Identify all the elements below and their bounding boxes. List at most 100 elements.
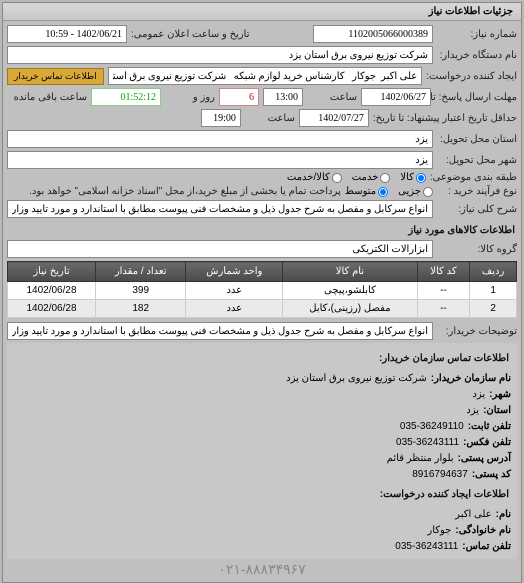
- fname-val: علی اکبر: [455, 507, 491, 523]
- dept-label: نام دستگاه خریدار:: [437, 50, 517, 61]
- min-valid-date-input[interactable]: [299, 109, 369, 127]
- city-val: یزد: [472, 387, 485, 403]
- req-no-input[interactable]: [313, 25, 433, 43]
- req-no-label: شماره نیاز:: [437, 29, 517, 40]
- contact-buyer-button[interactable]: اطلاعات تماس خریدار: [7, 68, 104, 85]
- fname-lbl: نام:: [496, 507, 511, 523]
- goods-section-title: اطلاعات کالاهای مورد نیاز: [7, 221, 517, 240]
- post-lbl: کد پستی:: [472, 467, 511, 483]
- contact-info-block: اطلاعات تماس سازمان خریدار: نام سازمان خ…: [7, 343, 517, 559]
- creator-input[interactable]: [108, 67, 423, 85]
- th-qty: تعداد / مقدار: [95, 262, 185, 282]
- contact-section-title: اطلاعات تماس سازمان خریدار:: [13, 347, 511, 371]
- th-date: تاریخ نیاز: [8, 262, 96, 282]
- days-label: روز و: [165, 92, 215, 103]
- row-dept: نام دستگاه خریدار:: [7, 46, 517, 64]
- radio-partial[interactable]: جزیی: [398, 186, 433, 197]
- row-process: نوع فرآیند خرید : جزیی متوسط پرداخت تمام…: [7, 186, 517, 197]
- radio-both-input[interactable]: [332, 173, 342, 183]
- remain-label: ساعت باقی مانده: [7, 92, 87, 103]
- cell-name: کابلشو،پیچی: [283, 282, 417, 300]
- org-name-lbl: نام سازمان خریدار:: [431, 371, 511, 387]
- radio-goods-input[interactable]: [416, 173, 426, 183]
- deliver-prov-input[interactable]: [7, 130, 433, 148]
- radio-both-label: کالا/خدمت: [287, 172, 330, 183]
- radio-service-label: خدمت: [352, 172, 379, 183]
- table-row[interactable]: 2 -- مفصل (رزینی)،کابل عدد 182 1402/06/2…: [8, 300, 517, 318]
- prov-lbl: استان:: [483, 403, 511, 419]
- remain-input: [91, 88, 161, 106]
- cphone-val: 035-36243111: [395, 539, 458, 555]
- cell-unit: عدد: [186, 300, 283, 318]
- days-input: [219, 88, 259, 106]
- cell-idx: 2: [470, 300, 517, 318]
- deadline-time-input[interactable]: [263, 88, 303, 106]
- radio-service-input[interactable]: [380, 173, 390, 183]
- goods-table: ردیف کد کالا نام کالا واحد شمارش تعداد /…: [7, 261, 517, 318]
- dept-input[interactable]: [7, 46, 433, 64]
- deadline-label: مهلت ارسال پاسخ: تا تاریخ:: [435, 92, 517, 103]
- row-buyer-note: توضیحات خریدار:: [7, 322, 517, 340]
- radio-both[interactable]: کالا/خدمت: [287, 172, 342, 183]
- cell-date: 1402/06/28: [8, 282, 96, 300]
- cell-qty: 182: [95, 300, 185, 318]
- subject-input[interactable]: [7, 200, 433, 218]
- radio-partial-input[interactable]: [423, 187, 433, 197]
- deliver-prov-label: استان محل تحویل:: [437, 134, 517, 145]
- radio-service[interactable]: خدمت: [352, 172, 391, 183]
- buyer-note-label: توضیحات خریدار:: [437, 326, 517, 337]
- deadline-date-input[interactable]: [361, 88, 431, 106]
- table-header-row: ردیف کد کالا نام کالا واحد شمارش تعداد /…: [8, 262, 517, 282]
- min-valid-time-input[interactable]: [201, 109, 241, 127]
- row-deliver-prov: استان محل تحویل:: [7, 130, 517, 148]
- radio-medium-input[interactable]: [378, 187, 388, 197]
- need-type-radios: کالا خدمت کالا/خدمت: [287, 172, 426, 183]
- group-label: گروه کالا:: [437, 244, 517, 255]
- phone-val: 035-36249110: [400, 419, 464, 435]
- group-input[interactable]: [7, 240, 433, 258]
- row-creator: ایجاد کننده درخواست: اطلاعات تماس خریدار: [7, 67, 517, 85]
- radio-goods-label: کالا: [400, 172, 414, 183]
- row-subject: شرح کلی نیاز:: [7, 200, 517, 218]
- deliver-city-input[interactable]: [7, 151, 433, 169]
- subject-label: شرح کلی نیاز:: [437, 204, 517, 215]
- time-label-1: ساعت: [307, 92, 357, 103]
- min-valid-label: حداقل تاریخ اعتبار پیشنهاد: تا تاریخ:: [373, 113, 517, 124]
- cell-idx: 1: [470, 282, 517, 300]
- org-name: شرکت توزیع نیروی برق استان یزد: [286, 371, 427, 387]
- footer-phone: ۰۲۱-۸۸۸۳۴۹۶۷: [7, 561, 517, 578]
- th-code: کد کالا: [417, 262, 470, 282]
- announce-input[interactable]: [7, 25, 127, 43]
- process-note: پرداخت تمام یا بخشی از مبلغ خرید،از محل …: [29, 186, 341, 197]
- cell-unit: عدد: [186, 282, 283, 300]
- row-need-type: طبقه بندی موضوعی: کالا خدمت کالا/خدمت: [7, 172, 517, 183]
- cphone-lbl: تلفن تماس:: [462, 539, 511, 555]
- cell-qty: 399: [95, 282, 185, 300]
- deliver-city-label: شهر محل تحویل:: [437, 155, 517, 166]
- table-row[interactable]: 1 -- کابلشو،پیچی عدد 399 1402/06/28: [8, 282, 517, 300]
- radio-partial-label: جزیی: [398, 186, 421, 197]
- buyer-note-input[interactable]: [7, 322, 433, 340]
- addr-val: بلوار منتظر قائم: [387, 451, 454, 467]
- lname-val: جوکار: [427, 523, 451, 539]
- phone-lbl: تلفن ثابت:: [468, 419, 511, 435]
- creator-section-title: اطلاعات ایجاد کننده درخواست:: [13, 483, 511, 507]
- th-name: نام کالا: [283, 262, 417, 282]
- row-req-no: شماره نیاز: تاریخ و ساعت اعلان عمومی:: [7, 25, 517, 43]
- city-lbl: شهر:: [489, 387, 511, 403]
- post-val: 8916794637: [412, 467, 468, 483]
- th-idx: ردیف: [470, 262, 517, 282]
- radio-medium-label: متوسط: [345, 186, 376, 197]
- time-label-2: ساعت: [245, 113, 295, 124]
- addr-lbl: آدرس پستی:: [458, 451, 511, 467]
- cell-date: 1402/06/28: [8, 300, 96, 318]
- need-type-label: طبقه بندی موضوعی:: [430, 172, 517, 183]
- radio-goods[interactable]: کالا: [400, 172, 426, 183]
- panel-title: جزئیات اطلاعات نیاز: [3, 3, 521, 21]
- radio-medium[interactable]: متوسط: [345, 186, 388, 197]
- panel-body: شماره نیاز: تاریخ و ساعت اعلان عمومی: نا…: [3, 21, 521, 582]
- row-min-valid: حداقل تاریخ اعتبار پیشنهاد: تا تاریخ: سا…: [7, 109, 517, 127]
- prov-val: یزد: [466, 403, 479, 419]
- row-group: گروه کالا:: [7, 240, 517, 258]
- th-unit: واحد شمارش: [186, 262, 283, 282]
